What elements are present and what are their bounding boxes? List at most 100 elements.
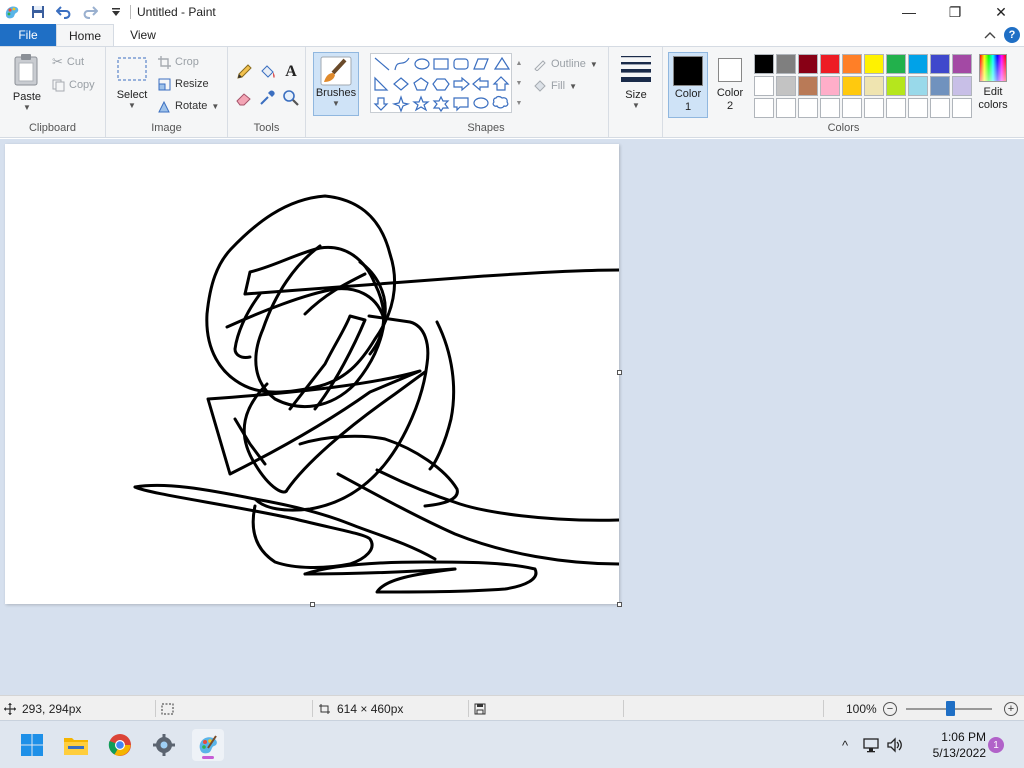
paint-icon [199, 735, 217, 754]
palette-swatch[interactable] [864, 54, 884, 74]
rainbow-icon [979, 54, 1007, 82]
brushes-button[interactable]: Brushes ▼ [313, 52, 359, 116]
edit-colors-button[interactable]: Edit colors [975, 54, 1011, 112]
palette-swatch[interactable] [754, 54, 774, 74]
fill-button[interactable]: Fill ▼ [533, 77, 577, 95]
settings-button[interactable] [148, 729, 180, 761]
paste-button[interactable]: Paste ▼ [8, 53, 46, 112]
palette-swatch[interactable] [776, 76, 796, 96]
paint-taskbar-button[interactable] [192, 729, 224, 761]
palette-swatch[interactable] [754, 76, 774, 96]
text-tool-icon[interactable]: A [280, 61, 302, 83]
resize-button[interactable]: Resize [158, 75, 209, 93]
palette-swatch[interactable] [952, 54, 972, 74]
magnifier-icon[interactable] [280, 87, 302, 109]
palette-swatch[interactable] [820, 98, 840, 118]
size-button[interactable]: Size ▼ [617, 53, 655, 110]
volume-icon[interactable] [886, 737, 904, 753]
zoom-slider-thumb[interactable] [946, 701, 955, 716]
file-explorer-button[interactable] [60, 729, 92, 761]
pencil-icon[interactable] [233, 61, 255, 83]
palette-swatch[interactable] [908, 54, 928, 74]
palette-swatch[interactable] [842, 98, 862, 118]
clock[interactable]: 1:06 PM 5/13/2022 [920, 729, 986, 761]
resize-handle-corner[interactable] [617, 602, 622, 607]
fill-label: Fill [551, 80, 566, 92]
windows-logo-icon [21, 734, 43, 756]
drawing-canvas[interactable] [5, 144, 622, 607]
close-button[interactable]: ✕ [978, 0, 1024, 24]
minimize-button[interactable]: — [886, 0, 932, 24]
resize-label: Resize [175, 78, 209, 90]
crop-button[interactable]: Crop [158, 53, 199, 71]
color-picker-icon[interactable] [256, 87, 278, 109]
scissors-icon: ✂ [52, 54, 63, 69]
palette-swatch[interactable] [798, 54, 818, 74]
outline-button[interactable]: Outline ▼ [533, 55, 598, 73]
chrome-button[interactable] [104, 729, 136, 761]
color1-button[interactable]: Color 1 [668, 52, 708, 118]
palette-swatch[interactable] [930, 98, 950, 118]
shapes-scroll[interactable]: ▲ ▼ ▼ [513, 53, 525, 113]
palette-swatch[interactable] [952, 98, 972, 118]
fill-bucket-icon[interactable] [256, 61, 278, 83]
palette-swatch[interactable] [864, 98, 884, 118]
palette-swatch[interactable] [886, 76, 906, 96]
redo-icon[interactable] [80, 2, 100, 22]
palette-swatch[interactable] [908, 76, 928, 96]
rotate-label: Rotate [175, 100, 208, 112]
copy-label: Copy [69, 79, 95, 91]
network-icon[interactable] [862, 737, 880, 753]
resize-handle-right[interactable] [617, 370, 622, 375]
shapes-scroll-up-icon[interactable]: ▲ [516, 60, 523, 67]
save-icon[interactable] [28, 2, 48, 22]
palette-swatch[interactable] [776, 98, 796, 118]
shapes-scroll-down-icon[interactable]: ▼ [516, 80, 523, 87]
palette-swatch[interactable] [864, 76, 884, 96]
palette-swatch[interactable] [754, 98, 774, 118]
color2-button[interactable]: Color 2 [710, 52, 750, 118]
select-button[interactable]: Select ▼ [112, 55, 152, 110]
zoom-in-button[interactable]: + [1004, 702, 1018, 716]
edit-colors-label-line1: Edit [983, 86, 1003, 98]
tab-view[interactable]: View [114, 24, 172, 46]
collapse-ribbon-icon[interactable] [984, 31, 996, 39]
palette-swatch[interactable] [908, 98, 928, 118]
palette-swatch[interactable] [798, 98, 818, 118]
system-tray: ^ [842, 721, 904, 768]
palette-swatch[interactable] [930, 54, 950, 74]
start-button[interactable] [16, 729, 48, 761]
cut-label: Cut [66, 56, 85, 68]
undo-icon[interactable] [54, 2, 74, 22]
rotate-icon [158, 100, 170, 112]
tab-file[interactable]: File [0, 24, 56, 46]
clock-date: 5/13/2022 [932, 746, 986, 760]
palette-swatch[interactable] [842, 54, 862, 74]
palette-swatch[interactable] [798, 76, 818, 96]
paint-app-icon[interactable] [2, 2, 22, 22]
notification-badge[interactable]: 1 [988, 737, 1004, 753]
tray-overflow-icon[interactable]: ^ [842, 738, 848, 753]
zoom-out-button[interactable]: − [883, 702, 897, 716]
palette-swatch[interactable] [776, 54, 796, 74]
eraser-icon[interactable] [233, 87, 255, 109]
customize-qat-icon[interactable] [106, 2, 126, 22]
maximize-button[interactable]: ❐ [932, 0, 978, 24]
palette-swatch[interactable] [930, 76, 950, 96]
palette-swatch[interactable] [886, 54, 906, 74]
rotate-button[interactable]: Rotate ▼ [158, 97, 219, 115]
copy-button[interactable]: Copy [52, 76, 95, 94]
palette-swatch[interactable] [820, 54, 840, 74]
resize-handle-bottom[interactable] [310, 602, 315, 607]
shapes-more-icon[interactable]: ▼ [516, 100, 523, 107]
palette-swatch[interactable] [952, 76, 972, 96]
help-icon[interactable]: ? [1004, 27, 1020, 43]
brushes-label: Brushes [315, 87, 357, 99]
tab-home[interactable]: Home [56, 24, 114, 46]
cut-button[interactable]: ✂ Cut [52, 53, 84, 71]
palette-swatch[interactable] [842, 76, 862, 96]
palette-swatch[interactable] [820, 76, 840, 96]
folder-icon [64, 738, 88, 755]
status-bar: 293, 294px 614 × 460px 100% − + [0, 695, 1024, 720]
palette-swatch[interactable] [886, 98, 906, 118]
